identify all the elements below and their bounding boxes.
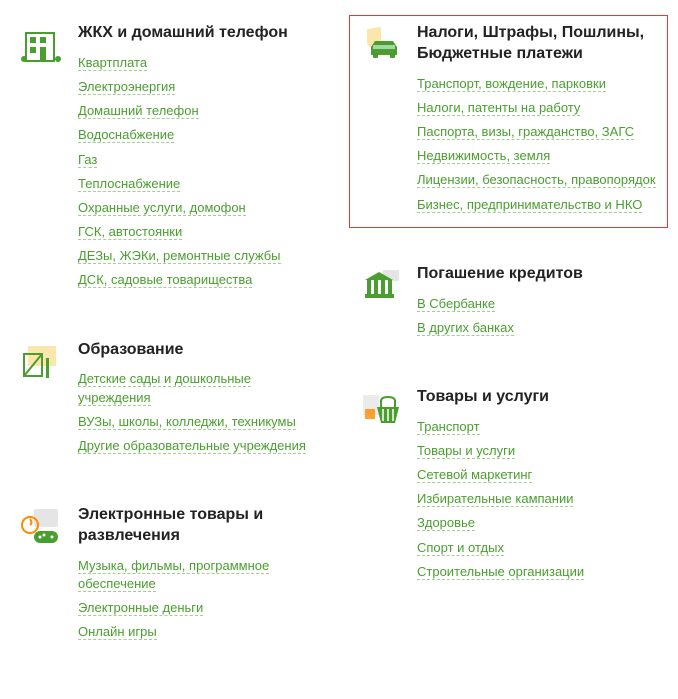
category-body: Образование Детские сады и дошкольные уч… xyxy=(78,340,321,462)
link-transport[interactable]: Транспорт, вождение, парковки xyxy=(417,76,606,92)
category-taxes: Налоги, Штрафы, Пошлины, Бюджетные плате… xyxy=(349,15,668,228)
link-kindergarten[interactable]: Детские сады и дошкольные учреждения xyxy=(78,371,251,405)
category-links: Транспорт, вождение, парковки Налоги, па… xyxy=(417,75,660,214)
link-passports[interactable]: Паспорта, визы, гражданство, ЗАГС xyxy=(417,124,634,140)
category-goods: Товары и услуги Транспорт Товары и услуг… xyxy=(349,379,668,595)
link-licenses[interactable]: Лицензии, безопасность, правопорядок xyxy=(417,172,656,188)
bank-icon xyxy=(357,264,405,312)
category-links: Детские сады и дошкольные учреждения ВУЗ… xyxy=(78,370,321,455)
category-body: ЖКХ и домашний телефон Квартплата Электр… xyxy=(78,23,321,296)
link-goods-transport[interactable]: Транспорт xyxy=(417,419,480,435)
link-games[interactable]: Онлайн игры xyxy=(78,624,157,640)
link-network-marketing[interactable]: Сетевой маркетинг xyxy=(417,467,532,483)
category-body: Электронные товары и развлечения Музыка,… xyxy=(78,505,321,647)
category-title: ЖКХ и домашний телефон xyxy=(78,23,321,44)
link-taxes-patents[interactable]: Налоги, патенты на работу xyxy=(417,100,580,116)
category-body: Налоги, Штрафы, Пошлины, Бюджетные плате… xyxy=(417,23,660,220)
category-title: Электронные товары и развлечения xyxy=(78,505,321,547)
link-kvartplata[interactable]: Квартплата xyxy=(78,55,147,71)
link-electricity[interactable]: Электроэнергия xyxy=(78,79,175,95)
link-emoney[interactable]: Электронные деньги xyxy=(78,600,203,616)
link-music-films[interactable]: Музыка, фильмы, программное обеспечение xyxy=(78,558,269,592)
house-icon xyxy=(18,23,66,71)
link-garages[interactable]: ГСК, автостоянки xyxy=(78,224,182,240)
category-title: Образование xyxy=(78,340,321,361)
category-body: Товары и услуги Транспорт Товары и услуг… xyxy=(417,387,660,587)
link-dez[interactable]: ДЕЗы, ЖЭКи, ремонтные службы xyxy=(78,248,281,264)
category-education: Образование Детские сады и дошкольные уч… xyxy=(10,332,329,470)
link-other-edu[interactable]: Другие образовательные учреждения xyxy=(78,438,306,454)
category-links: Музыка, фильмы, программное обеспечение … xyxy=(78,557,321,642)
link-home-phone[interactable]: Домашний телефон xyxy=(78,103,199,119)
education-icon xyxy=(18,340,66,388)
link-goods-services[interactable]: Товары и услуги xyxy=(417,443,515,459)
entertainment-icon xyxy=(18,505,66,553)
link-realestate[interactable]: Недвижимость, земля xyxy=(417,148,550,164)
link-security[interactable]: Охранные услуги, домофон xyxy=(78,200,246,216)
link-elections[interactable]: Избирательные кампании xyxy=(417,491,573,507)
link-business[interactable]: Бизнес, предпринимательство и НКО xyxy=(417,197,642,213)
category-title: Погашение кредитов xyxy=(417,264,660,285)
link-heating[interactable]: Теплоснабжение xyxy=(78,176,180,192)
link-other-banks[interactable]: В других банках xyxy=(417,320,514,336)
category-title: Налоги, Штрафы, Пошлины, Бюджетные плате… xyxy=(417,23,660,65)
category-entertainment: Электронные товары и развлечения Музыка,… xyxy=(10,497,329,655)
link-health[interactable]: Здоровье xyxy=(417,515,475,531)
category-body: Погашение кредитов В Сбербанке В других … xyxy=(417,264,660,343)
link-sport[interactable]: Спорт и отдых xyxy=(417,540,504,556)
link-gas[interactable]: Газ xyxy=(78,152,97,168)
categories-grid: ЖКХ и домашний телефон Квартплата Электр… xyxy=(10,15,668,684)
category-links: Транспорт Товары и услуги Сетевой маркет… xyxy=(417,418,660,581)
left-column: ЖКХ и домашний телефон Квартплата Электр… xyxy=(10,15,329,684)
category-title: Товары и услуги xyxy=(417,387,660,408)
basket-icon xyxy=(357,387,405,435)
link-dsk[interactable]: ДСК, садовые товарищества xyxy=(78,272,252,288)
link-water[interactable]: Водоснабжение xyxy=(78,127,174,143)
link-construction[interactable]: Строительные организации xyxy=(417,564,584,580)
link-schools[interactable]: ВУЗы, школы, колледжи, техникумы xyxy=(78,414,296,430)
right-column: Налоги, Штрафы, Пошлины, Бюджетные плате… xyxy=(349,15,668,684)
category-links: Квартплата Электроэнергия Домашний телеф… xyxy=(78,54,321,290)
category-links: В Сбербанке В других банках xyxy=(417,295,660,337)
category-utilities: ЖКХ и домашний телефон Квартплата Электр… xyxy=(10,15,329,304)
category-credits: Погашение кредитов В Сбербанке В других … xyxy=(349,256,668,351)
car-shield-icon xyxy=(357,23,405,71)
link-sberbank[interactable]: В Сбербанке xyxy=(417,296,495,312)
